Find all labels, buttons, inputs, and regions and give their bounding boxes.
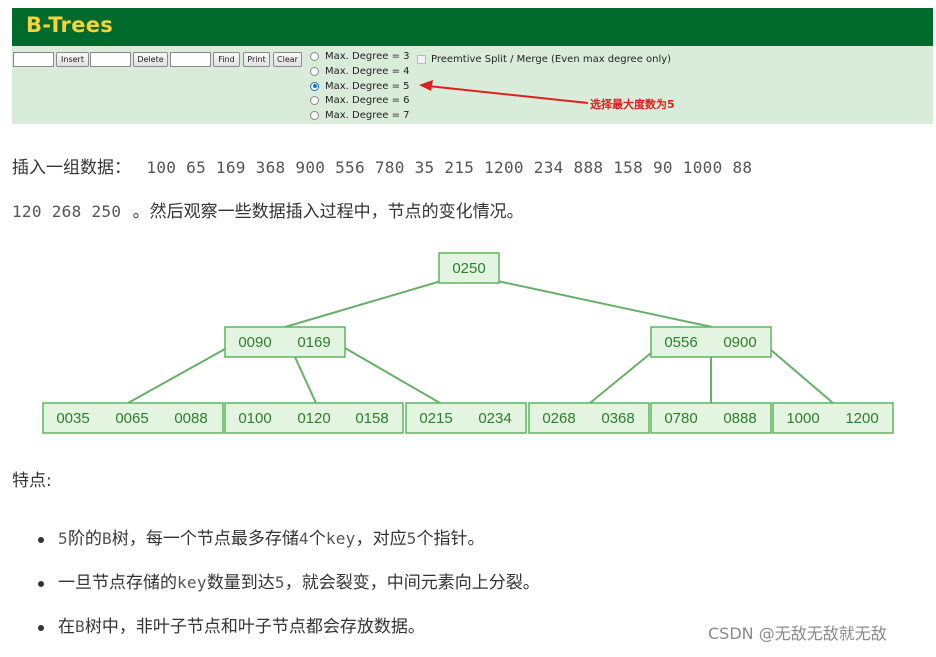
- edge-left-leaf1: [127, 343, 235, 404]
- leaf-node-4: 0268 0368: [528, 402, 650, 434]
- leaf-node-3: 0215 0234: [405, 402, 527, 434]
- internal-node-right: 0556 0900: [650, 326, 772, 358]
- feature-text: ，对应: [355, 529, 407, 549]
- feature-text: 树，每一个节点最多存储: [111, 529, 299, 549]
- feature-text: 一旦节点存储的: [58, 573, 177, 593]
- edge-left-leaf3: [337, 343, 441, 404]
- node-key: 0100: [238, 410, 271, 427]
- node-key: 1000: [786, 410, 819, 427]
- inline-code: 5: [406, 529, 417, 548]
- inline-code: 5: [274, 573, 285, 592]
- node-key: 0368: [601, 410, 634, 427]
- node-key: 0900: [723, 334, 756, 351]
- inline-code: 5: [58, 529, 68, 548]
- root-node: 0250: [438, 252, 500, 284]
- feature-text: 数量到达: [206, 573, 275, 593]
- internal-node-left: 0090 0169: [224, 326, 346, 358]
- edge-root-right: [487, 278, 713, 328]
- node-key: 0234: [478, 410, 511, 427]
- node-key: 0158: [355, 410, 388, 427]
- node-key: 0556: [664, 334, 697, 351]
- node-key: 0065: [115, 410, 148, 427]
- feature-text: 树中，非叶子节点和叶子节点都会存放数据。: [84, 617, 425, 637]
- edge-right-leaf6: [763, 343, 834, 404]
- leaf-node-5: 0780 0888: [650, 402, 772, 434]
- leaf-node-6: 1000 1200: [772, 402, 894, 434]
- leaf-node-1: 0035 0065 0088: [42, 402, 224, 434]
- node-key: 0088: [174, 410, 207, 427]
- feature-item-3: 在B树中，非叶子节点和叶子节点都会存放数据。: [36, 613, 540, 657]
- features-list: 5阶的B树，每一个节点最多存储4个key，对应5个指针。 一旦节点存储的key数…: [36, 525, 540, 657]
- feature-text: 个: [308, 529, 326, 549]
- inline-code: key: [177, 573, 207, 592]
- node-key: 0120: [297, 410, 330, 427]
- edge-root-left: [284, 278, 449, 328]
- inline-code: 4: [298, 529, 309, 548]
- leaf-node-2: 0100 0120 0158: [224, 402, 404, 434]
- feature-item-1: 5阶的B树，每一个节点最多存储4个key，对应5个指针。: [36, 525, 540, 569]
- feature-text: 在: [58, 617, 75, 637]
- node-key: 0215: [419, 410, 452, 427]
- feature-text: 阶的: [67, 529, 102, 549]
- node-key: 1200: [845, 410, 878, 427]
- inline-code: key: [325, 529, 356, 548]
- feature-text: 个指针。: [416, 529, 485, 549]
- feature-item-2: 一旦节点存储的key数量到达5，就会裂变，中间元素向上分裂。: [36, 569, 540, 613]
- inline-code: B: [101, 529, 112, 548]
- node-key: 0035: [56, 410, 89, 427]
- feature-text: ，就会裂变，中间元素向上分裂。: [284, 573, 540, 593]
- inline-code: B: [75, 617, 85, 636]
- node-key: 0268: [542, 410, 575, 427]
- node-key: 0250: [452, 260, 485, 277]
- features-heading: 特点:: [12, 471, 52, 491]
- node-key: 0090: [238, 334, 271, 351]
- node-key: 0780: [664, 410, 697, 427]
- watermark: CSDN @无敌无敌就无敌: [708, 624, 887, 643]
- node-key: 0888: [723, 410, 756, 427]
- node-key: 0169: [297, 334, 330, 351]
